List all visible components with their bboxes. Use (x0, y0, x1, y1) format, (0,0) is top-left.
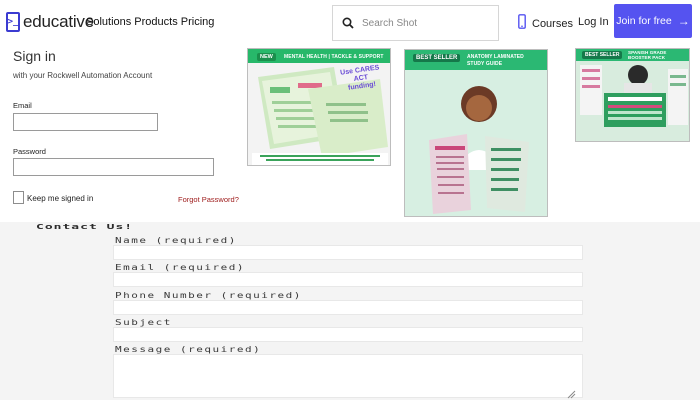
join-label: Join for free (616, 15, 672, 27)
mobile-device-icon (518, 14, 526, 34)
join-for-free-button[interactable]: Join for free → (614, 4, 692, 38)
promo-anatomy[interactable]: BEST SELLER ANATOMY LAMINATED STUDY GUID… (404, 49, 548, 217)
password-label: Password (13, 147, 46, 156)
contact-title: Contact Us! (36, 223, 134, 232)
login-link[interactable]: Log In (578, 16, 609, 28)
password-field[interactable] (13, 158, 214, 176)
best-seller-badge: BEST SELLER (582, 51, 623, 59)
logo-glyph: >_ (7, 17, 19, 27)
subject-label: Subject (115, 318, 172, 328)
page: >_ educative Solutions Products Pricing … (0, 0, 700, 400)
promo-title: SPANISH GRADE BOOSTER PACK (628, 50, 667, 60)
search-box[interactable] (332, 5, 499, 41)
subject-field[interactable] (113, 327, 583, 342)
promo-title: MENTAL HEALTH | TACKLE & SUPPORT (284, 54, 384, 60)
new-badge: NEW (257, 53, 276, 61)
brand-logo[interactable]: >_ educative (6, 12, 94, 32)
signin-title: Sign in (13, 48, 56, 64)
best-seller-badge: BEST SELLER (413, 54, 461, 62)
message-field[interactable] (113, 354, 583, 398)
promo-spanish[interactable]: BEST SELLER SPANISH GRADE BOOSTER PACK (575, 48, 690, 142)
promo-title: ANATOMY LAMINATED STUDY GUIDE (467, 54, 524, 67)
keep-signed-in-label: Keep me signed in (27, 194, 94, 203)
name-label: Name (required) (115, 236, 237, 246)
search-input[interactable] (362, 17, 492, 29)
email-label: Email (required) (115, 263, 245, 273)
phone-label: Phone Number (required) (115, 291, 302, 301)
forgot-password-link[interactable]: Forgot Password? (178, 195, 239, 204)
promo-mental-health[interactable]: NEW MENTAL HEALTH | TACKLE & SUPPORT Use… (247, 48, 391, 166)
message-label: Message (required) (115, 345, 262, 355)
anatomy-study-guide-image (405, 50, 547, 216)
search-icon (342, 17, 354, 29)
nav-links[interactable]: Solutions Products Pricing (86, 16, 214, 28)
keep-signed-in-checkbox[interactable] (13, 191, 24, 204)
spanish-booster-pack-image (576, 49, 689, 141)
courses-label: Courses (532, 18, 573, 30)
email-field[interactable] (113, 272, 583, 287)
terminal-logo-icon: >_ (6, 12, 20, 32)
email-field[interactable] (13, 113, 158, 131)
courses-link[interactable]: Courses (518, 14, 573, 34)
signin-subtitle: with your Rockwell Automation Account (13, 71, 153, 80)
phone-field[interactable] (113, 300, 583, 315)
resize-handle-icon[interactable] (566, 386, 576, 400)
name-field[interactable] (113, 245, 583, 260)
email-label: Email (13, 101, 32, 110)
logo-text: educative (23, 12, 94, 31)
arrow-right-icon: → (677, 14, 690, 28)
